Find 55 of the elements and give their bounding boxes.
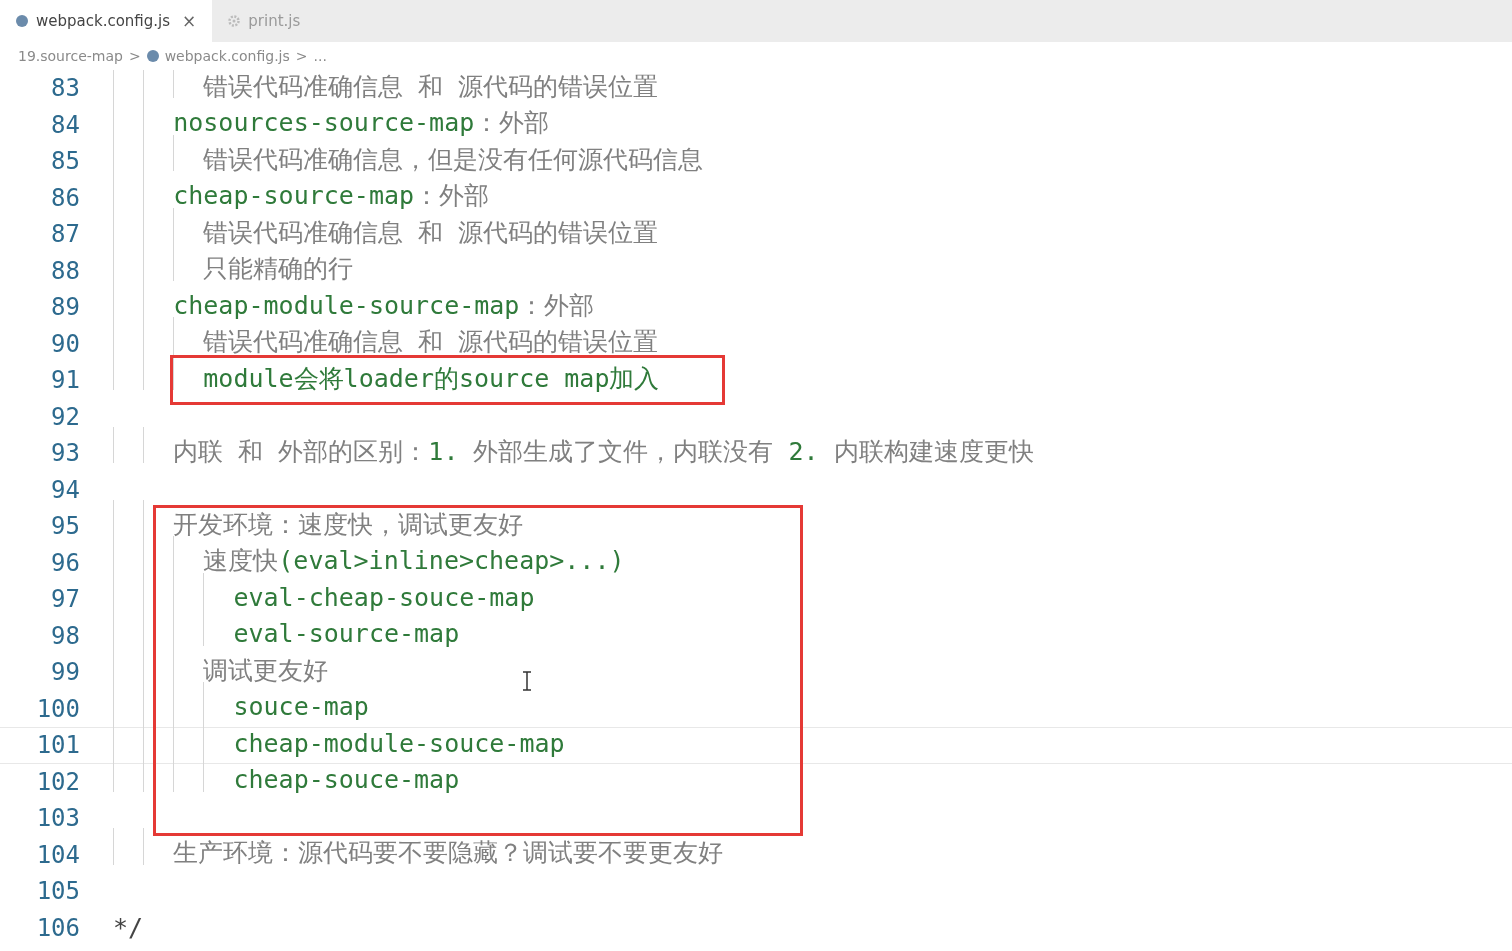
line-number: 98 <box>50 621 80 650</box>
code-line: */ <box>113 915 144 941</box>
line-number: 99 <box>50 658 80 687</box>
breadcrumb-item[interactable]: webpack.config.js <box>164 48 290 64</box>
line-number: 83 <box>50 74 80 103</box>
code-line: 错误代码准确信息 和 源代码的错误位置 <box>203 329 659 359</box>
line-number: 95 <box>50 512 80 541</box>
code-line: 调试更友好 <box>203 657 329 687</box>
line-number: 94 <box>50 475 80 504</box>
code-line: nosources-source-map：外部 <box>173 110 550 140</box>
breadcrumb-item[interactable]: ... <box>313 48 327 64</box>
line-number: 97 <box>50 585 80 614</box>
line-number: 85 <box>50 147 80 176</box>
editor-tab[interactable]: webpack.config.js × <box>0 0 213 42</box>
line-number: 90 <box>50 329 80 358</box>
line-number: 100 <box>35 694 80 723</box>
line-number: 103 <box>35 804 80 833</box>
line-number: 92 <box>50 402 80 431</box>
line-number: 105 <box>35 877 80 906</box>
line-number: 91 <box>50 366 80 395</box>
file-icon <box>16 15 28 27</box>
code-line: 速度快(eval>inline>cheap>...) <box>203 548 625 578</box>
breadcrumb-item[interactable]: 19.source-map <box>18 48 123 64</box>
line-number: 88 <box>50 256 80 285</box>
code-line: 内联 和 外部的区别：1. 外部生成了文件，内联没有 2. 内联构建速度更快 <box>173 438 1034 468</box>
code-line: cheap-module-source-map：外部 <box>173 292 595 322</box>
line-number: 87 <box>50 220 80 249</box>
line-number: 84 <box>50 110 80 139</box>
line-number: 101 <box>35 731 80 760</box>
code-line: 开发环境：速度快，调试更友好 <box>173 511 524 541</box>
code-line: souce-map <box>233 694 369 724</box>
line-number: 86 <box>50 183 80 212</box>
line-number: 104 <box>35 840 80 869</box>
code-line: 生产环境：源代码要不要隐藏？调试要不要更友好 <box>173 840 724 870</box>
gear-icon <box>228 15 241 27</box>
code-line: 错误代码准确信息 和 源代码的错误位置 <box>203 73 659 103</box>
code-line: 错误代码准确信息，但是没有任何源代码信息 <box>203 146 704 176</box>
breadcrumb-separator: > <box>295 48 308 64</box>
code-line: cheap-module-souce-map <box>233 730 565 760</box>
code-line: 只能精确的行 <box>203 256 354 286</box>
code-line: cheap-souce-map <box>233 767 460 797</box>
line-number: 93 <box>50 439 80 468</box>
code-line: 错误代码准确信息 和 源代码的错误位置 <box>203 219 659 249</box>
text-cursor-icon <box>521 671 533 691</box>
line-number: 96 <box>50 548 80 577</box>
line-number: 89 <box>50 293 80 322</box>
code-line: eval-source-map <box>233 621 460 651</box>
code-line: module会将loader的source map加入 <box>203 365 660 395</box>
code-line: eval-cheap-souce-map <box>233 584 535 614</box>
breadcrumb-separator: > <box>128 48 141 64</box>
code-line: cheap-source-map：外部 <box>173 183 490 213</box>
close-icon[interactable]: × <box>182 11 197 31</box>
line-number: 106 <box>35 913 80 942</box>
file-icon <box>146 50 159 62</box>
line-number: 102 <box>35 767 80 796</box>
